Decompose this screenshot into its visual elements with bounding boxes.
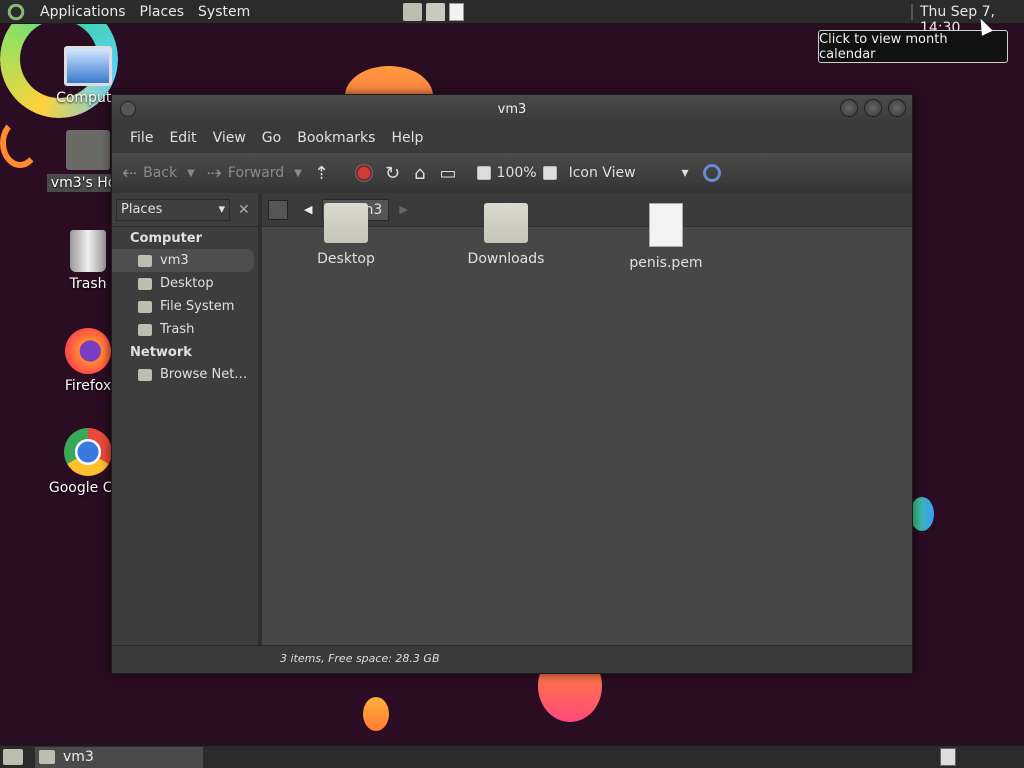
minimize-button[interactable] xyxy=(840,99,858,117)
edit-location-icon[interactable] xyxy=(268,199,288,220)
file-item[interactable]: Desktop xyxy=(286,203,406,267)
chevron-down-icon: ▾ xyxy=(218,202,225,217)
sidebar-item-vm3[interactable]: vm3 xyxy=(112,249,254,272)
menu-file[interactable]: File xyxy=(122,130,161,146)
home-folder-icon xyxy=(66,130,110,170)
menu-view[interactable]: View xyxy=(205,130,254,146)
maximize-button[interactable] xyxy=(864,99,882,117)
forward-arrow-icon: ⇢ xyxy=(206,162,222,184)
sidebar-item-label: Browse Net… xyxy=(160,367,248,382)
file-view[interactable]: ◀ vm3 ▶ Desktop Downloads penis.pem xyxy=(262,193,912,645)
sidebar-item-label: Desktop xyxy=(160,276,214,291)
window-titlebar[interactable]: vm3 xyxy=(112,95,912,123)
desktop-folder-icon xyxy=(324,203,368,243)
computer-icon xyxy=(64,46,112,86)
file-name: penis.pem xyxy=(629,255,703,271)
menu-bookmarks[interactable]: Bookmarks xyxy=(289,130,383,146)
wallpaper-shape xyxy=(910,497,934,531)
forward-button[interactable]: ⇢ Forward xyxy=(207,163,284,184)
taskbar-item-vm3[interactable]: vm3 xyxy=(35,746,203,768)
sidebar-item-label: vm3 xyxy=(160,253,189,268)
search-icon[interactable] xyxy=(702,164,721,182)
menu-applications[interactable]: Applications xyxy=(33,4,133,20)
sidebar-item-label: Trash xyxy=(160,322,195,337)
file-item[interactable]: Downloads xyxy=(446,203,566,267)
panel-launchers xyxy=(403,3,464,21)
taskbar-item-label: vm3 xyxy=(63,749,94,765)
text-editor-launcher-icon[interactable] xyxy=(449,3,464,21)
sidebar-item-browse-network[interactable]: Browse Net… xyxy=(112,363,258,386)
menubar: File Edit View Go Bookmarks Help xyxy=(112,123,912,153)
home-folder-launcher-icon[interactable] xyxy=(403,3,422,21)
folder-icon xyxy=(484,203,528,243)
up-arrow-icon: ⇡ xyxy=(313,162,329,184)
up-button[interactable]: ⇡ xyxy=(314,163,335,184)
workspace-switcher[interactable] xyxy=(940,748,956,766)
menu-places[interactable]: Places xyxy=(133,4,192,20)
view-selector[interactable]: Icon View ▾ xyxy=(569,165,689,181)
reload-icon: ↻ xyxy=(385,162,401,184)
document-icon xyxy=(649,203,683,247)
file-name: Downloads xyxy=(467,251,545,267)
computer-button[interactable]: ▭ xyxy=(440,163,463,184)
firefox-icon xyxy=(65,328,111,374)
folder-launcher-icon[interactable] xyxy=(426,3,445,21)
home-folder-icon xyxy=(138,254,152,267)
home-icon: ⌂ xyxy=(414,162,426,184)
sidebar-group-network: Network xyxy=(130,345,192,360)
desktop-folder-icon xyxy=(138,277,152,290)
back-history-dropdown-icon[interactable]: ▼ xyxy=(187,168,195,179)
sidebar-item-label: File System xyxy=(160,299,235,314)
reload-button[interactable]: ↻ xyxy=(385,163,406,184)
menu-system[interactable]: System xyxy=(191,4,257,20)
menu-help[interactable]: Help xyxy=(383,130,431,146)
view-selector-label: Icon View xyxy=(568,165,636,181)
window-menu-icon[interactable] xyxy=(120,101,136,117)
drive-icon xyxy=(138,300,152,313)
wallpaper-shape xyxy=(363,697,389,731)
file-manager-window: vm3 File Edit View Go Bookmarks Help ⇠ B… xyxy=(111,94,913,674)
show-desktop-icon[interactable] xyxy=(3,749,23,765)
wallpaper-shape xyxy=(0,118,40,168)
toolbar: ⇠ Back ▼ ⇢ Forward ▼ ⇡ ↻ ⌂ ▭ 100% Icon V… xyxy=(112,153,912,193)
sidebar-item-file-system[interactable]: File System xyxy=(112,295,258,318)
sidebar-selector[interactable]: Places ▾ xyxy=(116,198,230,221)
panel-separator xyxy=(911,4,913,20)
bottom-panel: vm3 xyxy=(0,745,1024,768)
status-bar: 3 items, Free space: 28.3 GB xyxy=(112,645,912,671)
zoom-out-icon[interactable] xyxy=(476,166,491,180)
back-label: Back xyxy=(143,165,178,181)
back-arrow-icon: ⇠ xyxy=(122,162,138,184)
calendar-tooltip: Click to view month calendar xyxy=(818,30,1008,63)
home-button[interactable]: ⌂ xyxy=(414,163,431,184)
sidebar-item-trash[interactable]: Trash xyxy=(112,318,258,341)
sidebar-item-desktop[interactable]: Desktop xyxy=(112,272,258,295)
computer-icon: ▭ xyxy=(439,162,457,184)
sidebar: Places ▾ ✕ Computer vm3 Desktop File Sys… xyxy=(112,193,262,645)
trash-icon xyxy=(138,323,152,336)
file-name: Desktop xyxy=(317,251,375,267)
close-button[interactable] xyxy=(888,99,906,117)
back-button[interactable]: ⇠ Back xyxy=(122,163,177,184)
file-item[interactable]: penis.pem xyxy=(606,203,726,271)
zoom-level: 100% xyxy=(496,165,537,181)
sidebar-selector-label: Places xyxy=(121,202,163,217)
chrome-icon xyxy=(64,428,112,476)
stop-icon[interactable] xyxy=(355,164,373,182)
menu-go[interactable]: Go xyxy=(254,130,289,146)
chevron-down-icon: ▾ xyxy=(681,165,689,181)
trash-icon xyxy=(70,230,106,272)
window-title: vm3 xyxy=(497,101,527,117)
zoom-in-icon[interactable] xyxy=(542,166,557,180)
distro-logo-icon[interactable] xyxy=(7,1,27,22)
forward-history-dropdown-icon[interactable]: ▼ xyxy=(294,168,302,179)
menu-edit[interactable]: Edit xyxy=(161,130,204,146)
home-folder-icon xyxy=(39,750,55,764)
close-sidebar-icon[interactable]: ✕ xyxy=(238,202,250,218)
network-icon xyxy=(138,368,152,381)
forward-label: Forward xyxy=(227,165,285,181)
sidebar-group-computer: Computer xyxy=(130,231,203,246)
top-panel: Applications Places System Thu Sep 7, 14… xyxy=(0,0,1024,36)
